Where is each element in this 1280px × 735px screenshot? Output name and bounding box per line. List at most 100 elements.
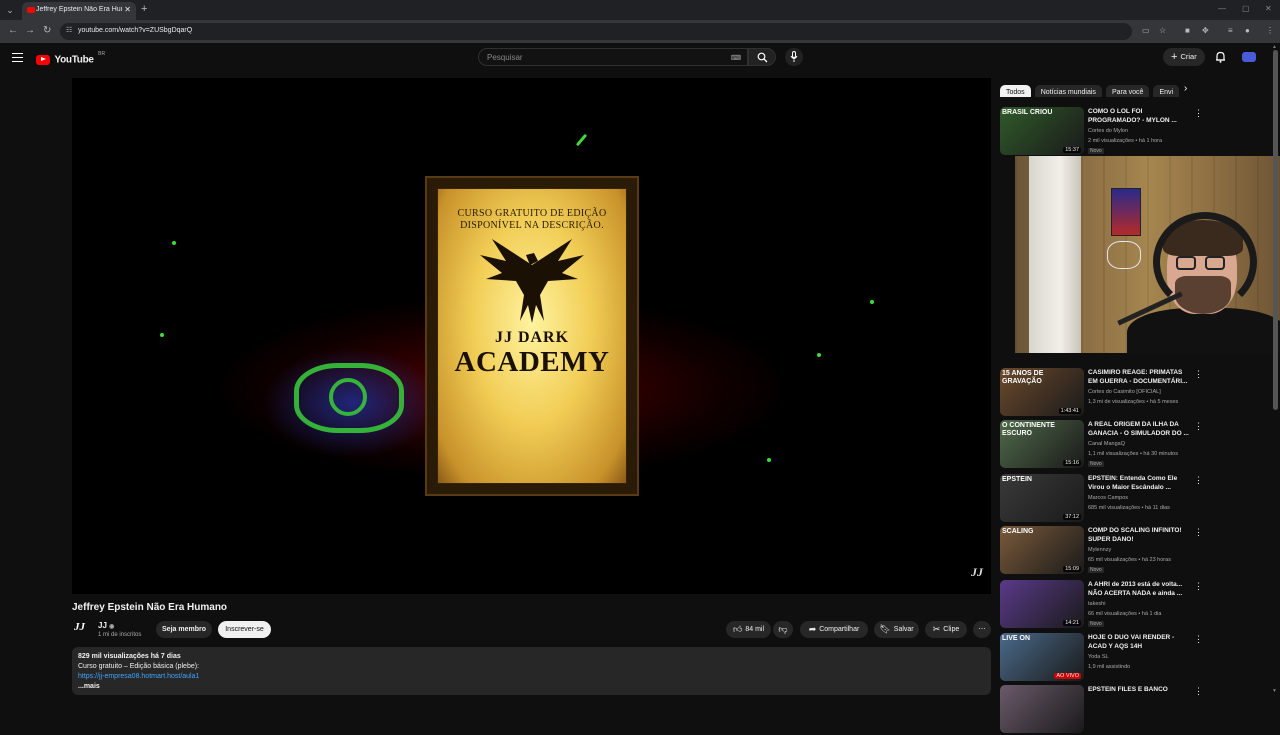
more-horizontal-icon: ⋯ bbox=[978, 626, 986, 633]
more-vertical-icon[interactable]: ⋮ bbox=[1194, 686, 1203, 697]
channel-watermark[interactable]: JJ bbox=[971, 565, 983, 580]
chrome-menu-icon[interactable]: ⋮ bbox=[1266, 26, 1274, 35]
chip-all[interactable]: Todos bbox=[1000, 85, 1031, 97]
profile-icon[interactable]: ● bbox=[1245, 26, 1250, 35]
dislike-button[interactable]: 👎︎ bbox=[773, 621, 793, 638]
recommended-video-title[interactable]: COMP DO SCALING INFINITO! SUPER DANO! bbox=[1088, 527, 1192, 544]
address-bar[interactable]: ☷ youtube.com/watch?v=ZUSbgDqarQ bbox=[60, 23, 1132, 40]
chevron-right-icon[interactable]: › bbox=[1184, 83, 1187, 94]
green-speck bbox=[160, 333, 164, 337]
recommended-video-title[interactable]: COMO O LOL FOI PROGRAMADO? - MYLON ... bbox=[1088, 108, 1192, 125]
save-button[interactable]: 🔖︎ Salvar bbox=[874, 621, 919, 638]
video-thumbnail[interactable] bbox=[1000, 685, 1084, 733]
recommended-video-title[interactable]: EPSTEIN: Entenda Como Ele Virou o Maior … bbox=[1088, 475, 1192, 492]
more-actions-button[interactable]: ⋯ bbox=[973, 621, 991, 638]
channel-avatar[interactable]: JJ bbox=[74, 621, 90, 637]
recommended-video-title[interactable]: A AHRI de 2013 está de volta... NÃO ACER… bbox=[1088, 581, 1192, 598]
channel-name-link[interactable]: JJ ◉ bbox=[98, 621, 114, 630]
video-duration: 1:43:41 bbox=[1058, 408, 1081, 414]
youtube-logo[interactable]: YouTube BR bbox=[36, 51, 105, 69]
chip-for-you[interactable]: Para você bbox=[1105, 85, 1150, 97]
bookmark-star-icon[interactable]: ☆ bbox=[1159, 26, 1166, 35]
white-curtain bbox=[1029, 156, 1081, 353]
recommended-channel-name[interactable]: takeshi bbox=[1088, 601, 1105, 607]
recommended-video-title[interactable]: A REAL ORIGEM DA ILHA DA GANACIA - O SIM… bbox=[1088, 421, 1192, 438]
recommended-channel-name[interactable]: Canal MangaQ bbox=[1088, 441, 1125, 447]
recommended-video-title[interactable]: CASIMIRO REAGE: PRIMATAS EM GUERRA - DOC… bbox=[1088, 369, 1192, 386]
back-icon[interactable]: ← bbox=[8, 25, 18, 36]
browser-tabstrip: ⌄ Jeffrey Epstein Não Era Humano ✕ + — ▢… bbox=[0, 0, 1280, 20]
tab-search-icon[interactable]: ⌄ bbox=[3, 3, 17, 17]
new-tab-icon[interactable]: + bbox=[141, 3, 147, 15]
recommended-video[interactable]: BRASIL CRIOU 15:37 COMO O LOL FOI PROGRAMA… bbox=[1000, 107, 1210, 157]
close-window-icon[interactable]: ✕ bbox=[1265, 4, 1272, 13]
recommended-video[interactable]: 14:21 A AHRI de 2013 está de volta... NÃO… bbox=[1000, 580, 1210, 630]
hamburger-menu-icon[interactable] bbox=[12, 53, 23, 62]
subscribe-button[interactable]: Inscrever-se bbox=[218, 621, 271, 638]
notifications-bell-icon[interactable] bbox=[1215, 51, 1226, 63]
clip-button[interactable]: ✂ Clipe bbox=[925, 621, 967, 638]
video-thumbnail[interactable]: 14:21 bbox=[1000, 580, 1084, 628]
description-box[interactable]: 829 mil visualizações há 7 dias Curso gr… bbox=[72, 647, 991, 695]
share-button[interactable]: ➦ Compartilhar bbox=[800, 621, 868, 638]
tab-close-icon[interactable]: ✕ bbox=[124, 5, 131, 14]
video-thumbnail[interactable]: EPSTEIN 37:12 bbox=[1000, 474, 1084, 522]
recommended-video[interactable]: O CONTINENTE ESCURO 15:16 A REAL ORIGEM DA… bbox=[1000, 420, 1210, 470]
like-button[interactable]: 👍︎ 84 mil bbox=[726, 621, 771, 638]
cast-icon[interactable]: ▭ bbox=[1142, 26, 1150, 35]
show-more-link[interactable]: ...mais bbox=[78, 682, 985, 692]
video-thumbnail[interactable]: BRASIL CRIOU 15:37 bbox=[1000, 107, 1084, 155]
minimize-icon[interactable]: — bbox=[1218, 4, 1226, 13]
forward-icon[interactable]: → bbox=[25, 25, 35, 36]
recommended-channel-name[interactable]: Cortes do Casimito [OFICIAL] bbox=[1088, 389, 1161, 395]
extensions-puzzle-icon[interactable]: ✥ bbox=[1202, 26, 1209, 35]
keyboard-icon[interactable]: ⌨ bbox=[731, 54, 741, 62]
reload-icon[interactable]: ↻ bbox=[43, 25, 51, 36]
recommended-channel-name[interactable]: Yoda SL bbox=[1088, 654, 1109, 660]
chip-world-news[interactable]: Notícias mundiais bbox=[1034, 85, 1102, 97]
extension-icon[interactable]: ■ bbox=[1185, 26, 1190, 35]
more-vertical-icon[interactable]: ⋮ bbox=[1194, 581, 1203, 592]
page-scrollbar-thumb[interactable] bbox=[1273, 50, 1278, 410]
recommended-channel-name[interactable]: Mylennzy bbox=[1088, 547, 1111, 553]
recommended-video[interactable]: EPSTEIN FILES E BANCO ⋮ bbox=[1000, 685, 1210, 735]
more-vertical-icon[interactable]: ⋮ bbox=[1194, 475, 1203, 486]
join-member-button[interactable]: Seja membro bbox=[156, 621, 212, 638]
video-duration: AO VIVO bbox=[1054, 673, 1081, 679]
clip-label: Clipe bbox=[943, 626, 960, 633]
create-label: Criar bbox=[1180, 52, 1197, 61]
chip-sent[interactable]: Envi bbox=[1153, 85, 1180, 97]
recommended-channel-name[interactable]: Cortes do Mylon bbox=[1088, 128, 1128, 134]
recommended-video-title[interactable]: EPSTEIN FILES E BANCO bbox=[1088, 686, 1192, 695]
background-green-glyph bbox=[294, 363, 404, 433]
video-thumbnail[interactable]: 15 ANOS DE GRAVAÇÃO 1:43:41 bbox=[1000, 368, 1084, 416]
more-vertical-icon[interactable]: ⋮ bbox=[1194, 634, 1203, 645]
account-avatar[interactable] bbox=[1242, 52, 1256, 62]
more-vertical-icon[interactable]: ⋮ bbox=[1194, 108, 1203, 119]
recommended-video-stats: 2 mil visualizações • há 1 hora bbox=[1088, 138, 1163, 144]
description-link[interactable]: https://jj-empresa08.hotmart.host/aula1 bbox=[78, 672, 985, 682]
more-vertical-icon[interactable]: ⋮ bbox=[1194, 369, 1203, 380]
browser-tab[interactable]: Jeffrey Epstein Não Era Humano ✕ bbox=[22, 2, 136, 20]
more-vertical-icon[interactable]: ⋮ bbox=[1194, 421, 1203, 432]
maximize-icon[interactable]: ▢ bbox=[1242, 4, 1250, 13]
recommended-video-stats: 685 mil visualizações • há 11 dias bbox=[1088, 505, 1170, 511]
recommended-video[interactable]: 15 ANOS DE GRAVAÇÃO 1:43:41 CASIMIRO REAGE… bbox=[1000, 368, 1210, 418]
search-button[interactable] bbox=[748, 48, 776, 66]
site-info-icon[interactable]: ☷ bbox=[66, 26, 72, 34]
more-vertical-icon[interactable]: ⋮ bbox=[1194, 527, 1203, 538]
scroll-down-arrow-icon[interactable]: ▼ bbox=[1272, 688, 1277, 694]
search-input[interactable]: Pesquisar ⌨ bbox=[478, 48, 748, 66]
recommended-channel-name[interactable]: Marcos Campos bbox=[1088, 495, 1128, 501]
recommended-video[interactable]: SCALING 15:09 COMP DO SCALING INFINITO! SU… bbox=[1000, 526, 1210, 576]
video-thumbnail[interactable]: O CONTINENTE ESCURO 15:16 bbox=[1000, 420, 1084, 468]
media-icon[interactable]: ≡ bbox=[1228, 26, 1233, 35]
voice-search-button[interactable] bbox=[785, 48, 803, 66]
recommended-video[interactable]: LIVE ON AO VIVO HOJE O DUO VAI RENDER - AC… bbox=[1000, 633, 1210, 683]
video-thumbnail[interactable]: SCALING 15:09 bbox=[1000, 526, 1084, 574]
video-player[interactable]: CURSO GRATUITO DE EDIÇÃO DISPONÍVEL NA D… bbox=[72, 78, 991, 594]
create-button[interactable]: + Criar bbox=[1163, 48, 1205, 66]
recommended-video-title[interactable]: HOJE O DUO VAI RENDER - ACAD Y AQS 14H bbox=[1088, 634, 1192, 651]
recommended-video[interactable]: EPSTEIN 37:12 EPSTEIN: Entenda Como Ele Vi… bbox=[1000, 474, 1210, 524]
video-thumbnail[interactable]: LIVE ON AO VIVO bbox=[1000, 633, 1084, 681]
